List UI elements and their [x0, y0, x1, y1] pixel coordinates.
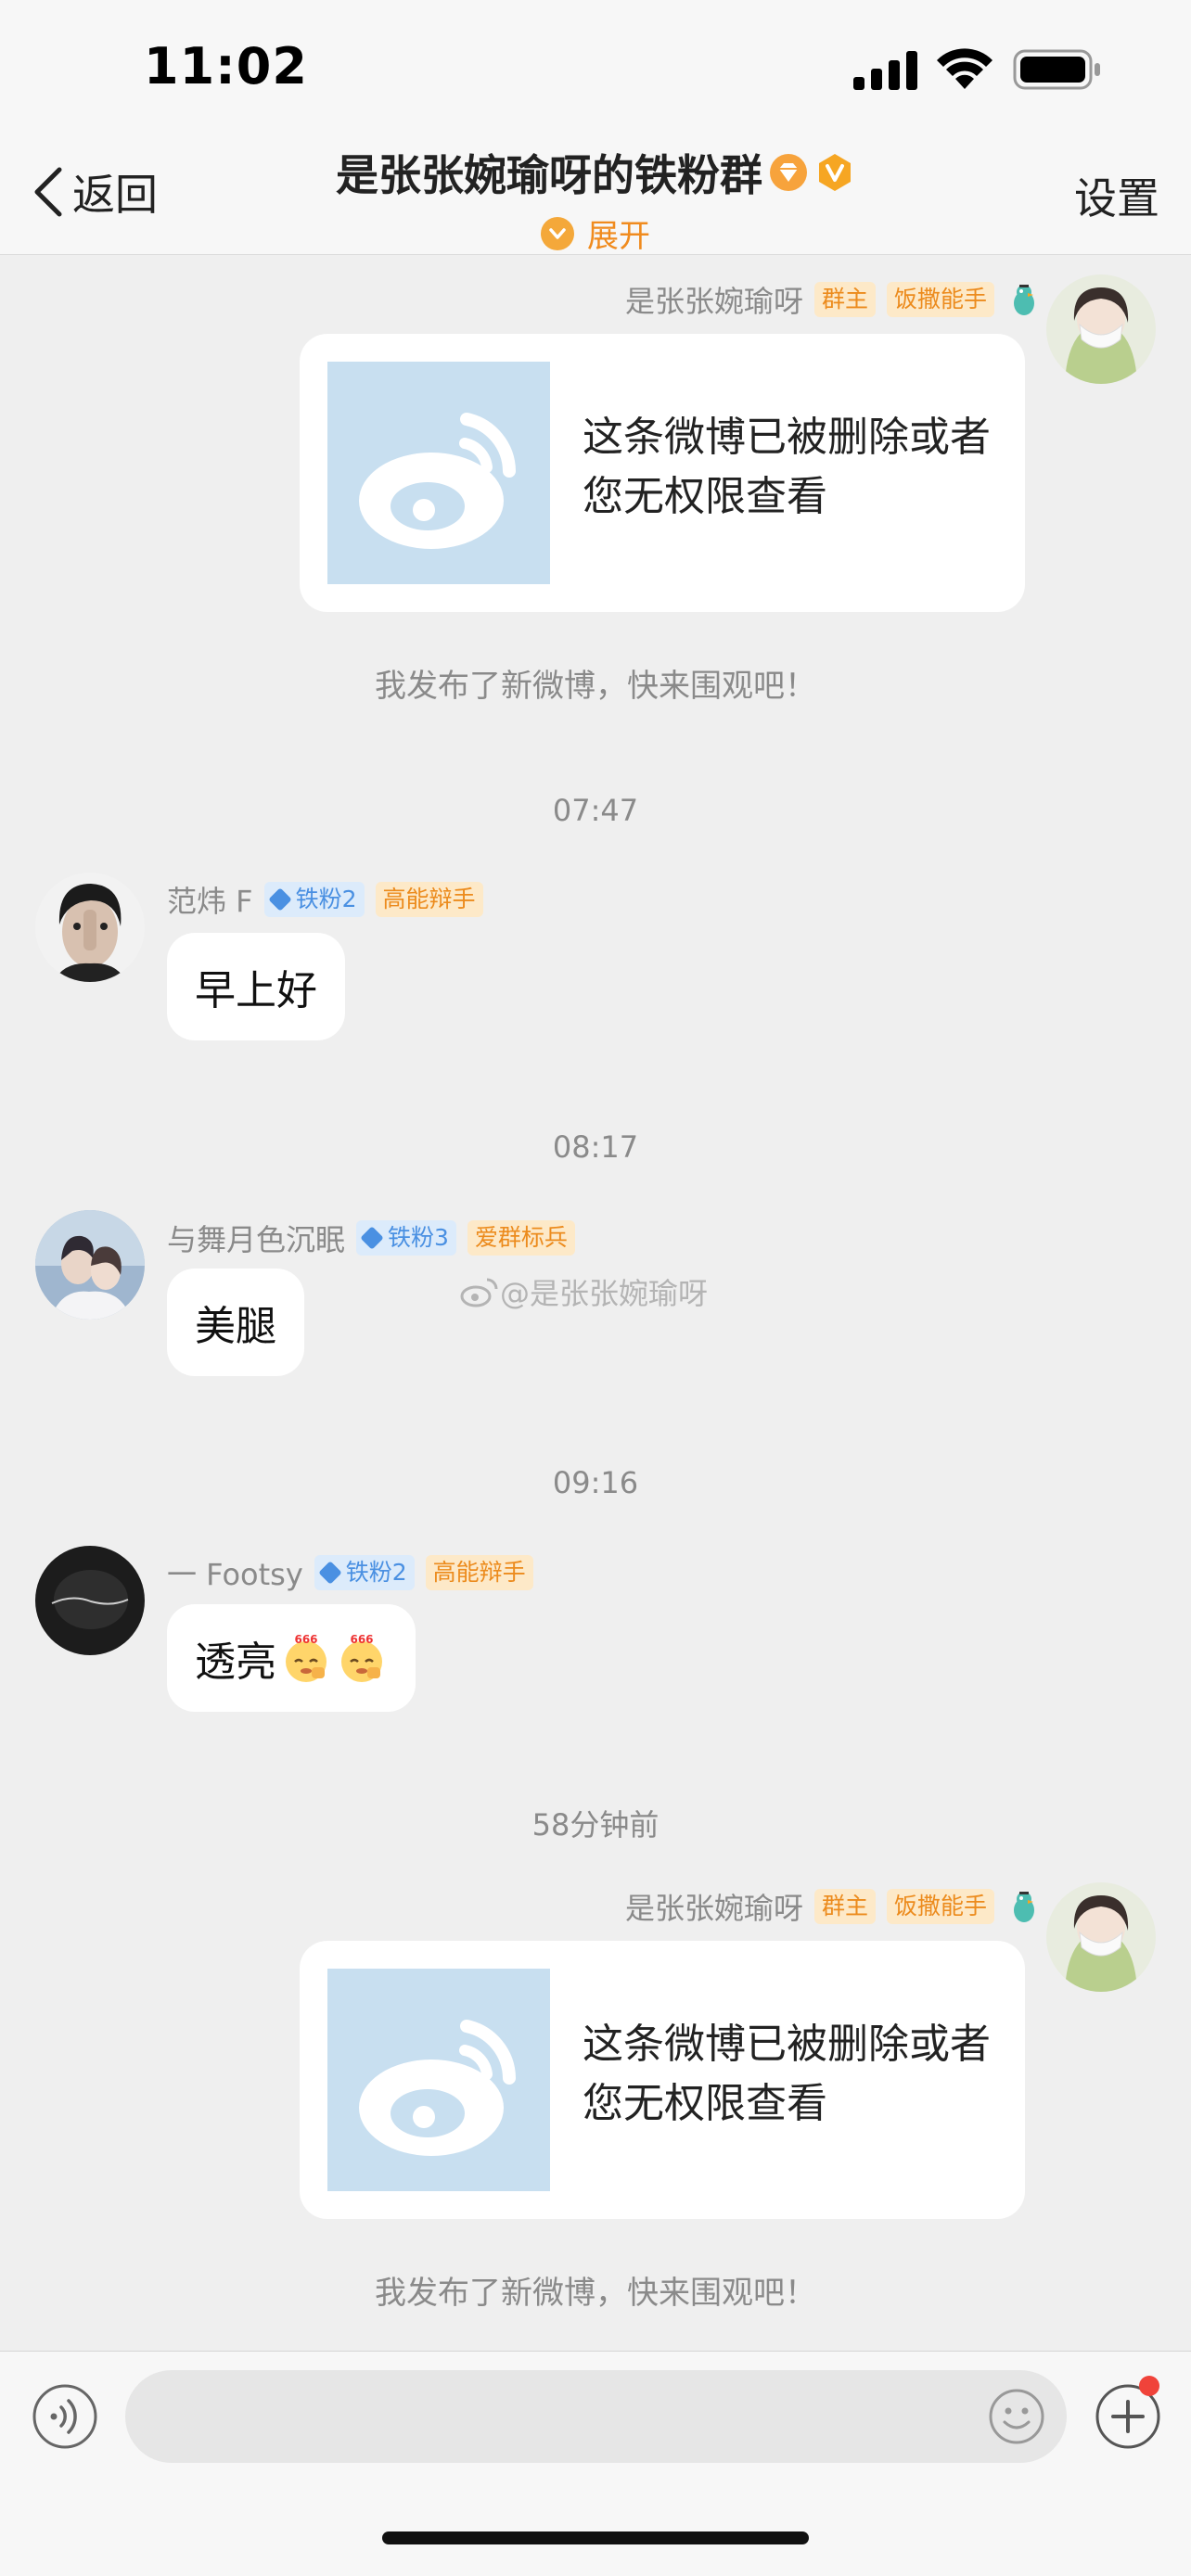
666-emoji-icon: 666 — [286, 1633, 327, 1682]
notification-dot — [1139, 2376, 1159, 2396]
message-bubble[interactable]: 早上好 — [167, 933, 345, 1040]
diamond-icon — [267, 887, 292, 912]
avatar[interactable] — [1046, 274, 1156, 384]
nav-bar: 返回 是张张婉瑜呀的铁粉群 展开 设置 — [0, 139, 1191, 255]
nav-title-area: 是张张婉瑜呀的铁粉群 展开 — [232, 139, 959, 256]
expand-label: 展开 — [587, 218, 650, 255]
fan-badge-label: 铁粉2 — [295, 886, 357, 912]
status-time: 11:02 — [144, 37, 308, 96]
vip-badge-icon — [819, 154, 851, 191]
voice-icon[interactable] — [32, 2383, 98, 2450]
back-chevron-icon — [34, 167, 62, 217]
group-title-text: 是张张婉瑜呀的铁粉群 — [336, 150, 762, 200]
sender-name: 是张张婉瑜呀 — [624, 1891, 803, 1926]
back-button[interactable]: 返回 — [30, 159, 158, 224]
settings-button[interactable]: 设置 — [1074, 165, 1159, 226]
wifi-icon — [937, 48, 992, 89]
diamond-icon — [318, 1561, 342, 1585]
title-badge: 高能辩手 — [375, 882, 483, 917]
bird-icon — [1014, 285, 1034, 315]
weibo-logo-thumb — [327, 1969, 550, 2191]
timestamp: 09:16 — [552, 1465, 639, 1500]
bird-icon — [1014, 1892, 1034, 1922]
fan-badge: 铁粉2 — [263, 882, 365, 917]
666-emoji-icon: 666 — [341, 1633, 382, 1682]
sender-line: 范炜 F 铁粉2 高能辩手 — [167, 878, 483, 921]
title-badge: 饭撒能手 — [886, 1889, 994, 1924]
avatar[interactable] — [35, 1210, 145, 1320]
weibo-logo-thumb — [327, 362, 550, 584]
battery-icon — [1013, 49, 1100, 90]
sender-name: 是张张婉瑜呀 — [624, 284, 803, 319]
avatar[interactable] — [1046, 1882, 1156, 1992]
weibo-watermark-icon — [460, 1278, 498, 1307]
fan-badge-label: 铁粉2 — [345, 1559, 407, 1586]
timestamp: 08:17 — [552, 1129, 639, 1165]
watermark-text: @是张张婉瑜呀 — [500, 1276, 709, 1311]
weibo-logo-icon — [359, 413, 516, 549]
role-badge: 群主 — [813, 282, 876, 317]
diamond-icon — [360, 1226, 384, 1250]
system-note: 我发布了新微博，快来围观吧！ — [375, 668, 816, 705]
sender-name: 与舞月色沉眠 — [167, 1222, 346, 1257]
expand-button[interactable]: 展开 — [232, 210, 959, 256]
signal-icon — [853, 51, 917, 90]
emoji-icon[interactable] — [987, 2387, 1046, 2446]
sender-line: 是张张婉瑜呀 群主 饭撒能手 — [625, 1885, 1043, 1928]
sender-line: 与舞月色沉眠 铁粉3 爱群标兵 — [167, 1217, 575, 1259]
avatar[interactable] — [35, 1546, 145, 1655]
weibo-logo-icon — [359, 2020, 516, 2156]
message-bubble[interactable]: 透亮 666 666 — [167, 1604, 416, 1712]
fan-badge-label: 铁粉3 — [388, 1224, 449, 1251]
back-label: 返回 — [72, 170, 158, 220]
sender-line: 是张张婉瑜呀 群主 饭撒能手 — [625, 278, 1043, 321]
message-input[interactable] — [125, 2370, 1067, 2463]
weibo-card[interactable]: 这条微博已被删除或者您无权限查看 — [300, 1941, 1025, 2219]
chevron-down-icon — [541, 216, 574, 250]
message-text: 透亮 — [195, 1639, 276, 1686]
avatar[interactable] — [35, 873, 145, 982]
weibo-card-text: 这条微博已被删除或者您无权限查看 — [583, 414, 991, 520]
message-bubble[interactable]: 美腿 — [167, 1269, 304, 1376]
sender-name: 范炜 F — [167, 884, 253, 919]
home-indicator — [382, 2531, 809, 2544]
svg-text:666: 666 — [350, 1633, 373, 1646]
watermark: @是张张婉瑜呀 — [459, 1270, 708, 1313]
sender-line: 一 Footsy 铁粉2 高能辩手 — [167, 1551, 533, 1594]
sender-name: 一 Footsy — [167, 1557, 303, 1592]
status-bar: 11:02 — [0, 0, 1191, 139]
title-badge: 饭撒能手 — [886, 282, 994, 317]
fan-badge: 铁粉3 — [356, 1220, 456, 1256]
svg-text:666: 666 — [294, 1633, 317, 1646]
title-badge: 高能辩手 — [425, 1555, 533, 1590]
weibo-card-text: 这条微博已被删除或者您无权限查看 — [583, 2021, 991, 2127]
role-badge: 群主 — [813, 1889, 876, 1924]
weibo-card[interactable]: 这条微博已被删除或者您无权限查看 — [300, 334, 1025, 612]
timestamp: 58分钟前 — [531, 1807, 660, 1843]
timestamp: 07:47 — [552, 793, 639, 828]
title-badge: 爱群标兵 — [467, 1220, 575, 1256]
diamond-badge-icon — [770, 154, 807, 191]
group-title: 是张张婉瑜呀的铁粉群 — [336, 142, 855, 203]
system-note: 我发布了新微博，快来围观吧！ — [375, 2275, 816, 2312]
fan-badge: 铁粉2 — [314, 1555, 415, 1590]
